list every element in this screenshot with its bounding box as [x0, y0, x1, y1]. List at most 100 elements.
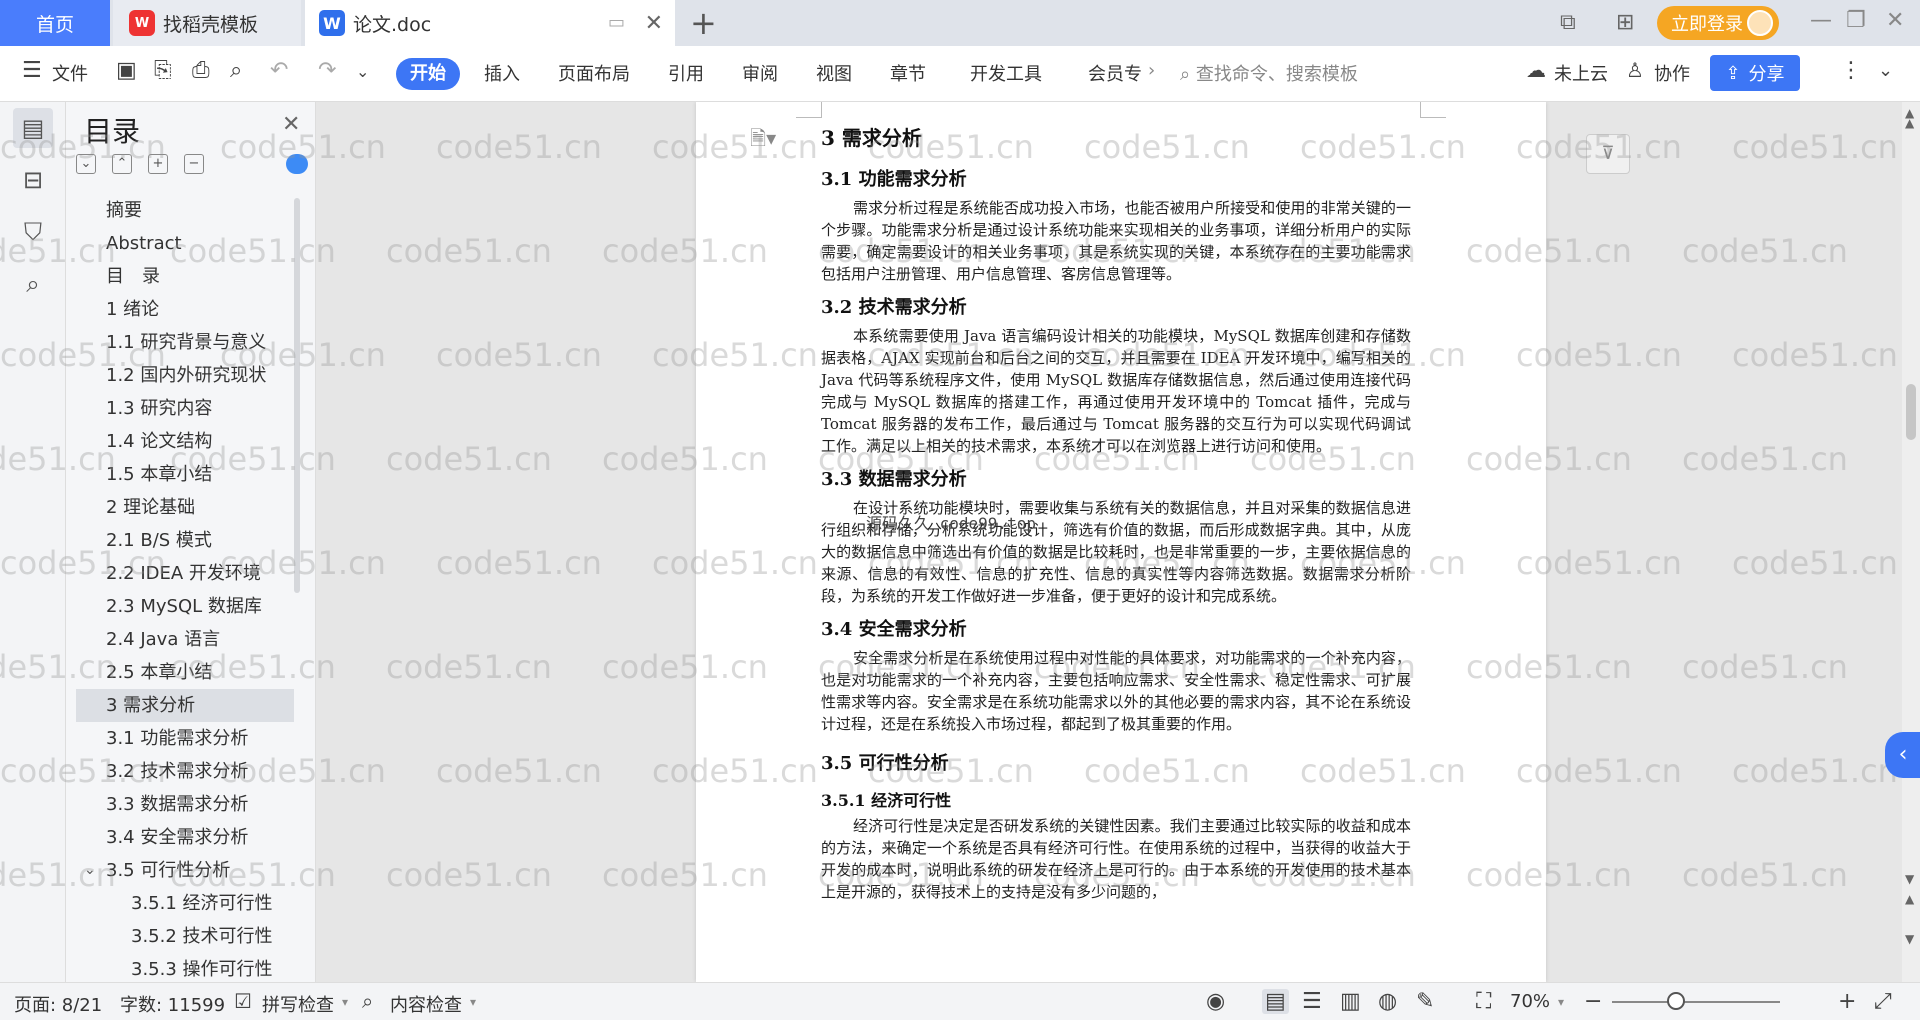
- toc-item[interactable]: 3.4 安全需求分析: [76, 821, 294, 854]
- search-icon[interactable]: ⌕: [13, 264, 53, 304]
- zoom-slider[interactable]: [1612, 1001, 1780, 1003]
- zoom-in-icon[interactable]: +: [1838, 989, 1856, 1014]
- toc-item[interactable]: 2.4 Java 语言: [76, 623, 294, 656]
- menu-file[interactable]: 文件: [52, 60, 88, 86]
- chevron-down-icon[interactable]: ⌄: [356, 62, 369, 81]
- redo-icon[interactable]: ↷: [318, 58, 336, 83]
- toc-panel-icon[interactable]: ▤: [13, 108, 53, 148]
- toc-item[interactable]: 1.2 国内外研究现状: [76, 359, 294, 392]
- chevron-down-icon[interactable]: ▾: [470, 995, 476, 1009]
- outline-icon[interactable]: ⊟: [13, 160, 53, 200]
- toc-item[interactable]: 3.5.1 经济可行性: [76, 887, 294, 920]
- zoom-slider-knob[interactable]: [1666, 992, 1685, 1010]
- monitor-icon[interactable]: ▭: [608, 12, 625, 33]
- tab-start[interactable]: 开始: [396, 58, 460, 90]
- document-icon[interactable]: 🗎▾: [750, 124, 776, 158]
- expand-all-icon[interactable]: ⌄: [76, 154, 96, 174]
- close-window-icon[interactable]: ✕: [1886, 8, 1904, 33]
- toc-item[interactable]: Abstract: [76, 227, 294, 260]
- close-icon[interactable]: ✕: [282, 112, 300, 137]
- toc-scrollbar[interactable]: [294, 198, 300, 593]
- zoom-out-icon[interactable]: −: [1584, 989, 1602, 1014]
- tab-insert[interactable]: 插入: [484, 60, 520, 86]
- toc-item[interactable]: 3.5.3 操作可行性: [76, 953, 294, 984]
- fit-page-icon[interactable]: ⛶: [1476, 989, 1491, 1014]
- scroll-up-icon[interactable]: ▲: [1905, 116, 1914, 130]
- toc-item[interactable]: 2.2 IDEA 开发环境: [76, 557, 294, 590]
- side-tool-icon[interactable]: ⊽: [1586, 134, 1630, 174]
- save-icon[interactable]: ▣: [116, 58, 137, 83]
- toc-item[interactable]: 3 需求分析: [76, 689, 294, 722]
- preview-icon[interactable]: ⌕: [230, 58, 242, 83]
- cloud-status[interactable]: 未上云: [1554, 60, 1608, 86]
- tab-member[interactable]: 会员专: [1088, 60, 1142, 86]
- tab-devtools[interactable]: 开发工具: [970, 60, 1042, 86]
- collapse-all-icon[interactable]: ⌃: [112, 154, 132, 174]
- new-tab-button[interactable]: +: [690, 4, 717, 42]
- toc-item[interactable]: 1.5 本章小结: [76, 458, 294, 491]
- minimize-icon[interactable]: —: [1810, 8, 1832, 33]
- vertical-scrollbar[interactable]: ▲ ▲ ▼ ▲ ▼: [1902, 102, 1920, 982]
- toc-item[interactable]: 1.4 论文结构: [76, 425, 294, 458]
- close-tab-icon[interactable]: ✕: [645, 11, 663, 36]
- eye-protect-icon[interactable]: ◉: [1206, 989, 1225, 1014]
- tab-review[interactable]: 审阅: [742, 60, 778, 86]
- toc-item[interactable]: ⌄ 3.5 可行性分析: [76, 854, 294, 887]
- bookmark-icon[interactable]: ⛉: [13, 212, 53, 252]
- toc-item[interactable]: 3.1 功能需求分析: [76, 722, 294, 755]
- command-search[interactable]: ⌕ 查找命令、搜索模板: [1180, 60, 1358, 86]
- apps-grid-icon[interactable]: ⊞: [1616, 10, 1634, 35]
- print-icon[interactable]: ⎙: [192, 58, 210, 83]
- toc-item[interactable]: 摘要: [76, 194, 294, 227]
- tab-layout[interactable]: 页面布局: [558, 60, 630, 86]
- chevron-down-icon[interactable]: ▾: [342, 995, 348, 1009]
- tab-home[interactable]: 首页: [0, 0, 110, 46]
- chevron-right-icon[interactable]: ›: [1148, 60, 1155, 81]
- ai-assistant-icon[interactable]: [286, 154, 308, 174]
- fullscreen-icon[interactable]: ⤢: [1874, 989, 1892, 1014]
- add-heading-icon[interactable]: +: [148, 154, 168, 174]
- page-down-icon[interactable]: ▼: [1905, 932, 1914, 946]
- toc-item[interactable]: 3.5.2 技术可行性: [76, 920, 294, 953]
- page-view-icon[interactable]: ▤: [1262, 989, 1289, 1014]
- menu-icon[interactable]: ☰: [22, 58, 42, 83]
- share-button[interactable]: ⇪ 分享: [1710, 55, 1800, 91]
- toc-item[interactable]: 1 绪论: [76, 293, 294, 326]
- toc-item[interactable]: 目 录: [76, 260, 294, 293]
- undo-icon[interactable]: ↶: [270, 58, 288, 83]
- toc-item[interactable]: 3.2 技术需求分析: [76, 755, 294, 788]
- toc-item[interactable]: 2 理论基础: [76, 491, 294, 524]
- tab-template[interactable]: W 找稻壳模板: [113, 0, 301, 46]
- scroll-down-icon[interactable]: ▼: [1905, 872, 1914, 886]
- spell-check-button[interactable]: 拼写检查: [262, 991, 334, 1017]
- collapse-ribbon-icon[interactable]: ⌄: [1878, 60, 1893, 81]
- reading-view-icon[interactable]: ▥: [1340, 989, 1361, 1014]
- toc-item[interactable]: 2.5 本章小结: [76, 656, 294, 689]
- scroll-thumb[interactable]: [1906, 384, 1916, 440]
- tab-reference[interactable]: 引用: [668, 60, 704, 86]
- chevron-down-icon[interactable]: ⌄: [84, 854, 96, 887]
- document-page[interactable]: 🗎▾ 3 需求分析 3.1 功能需求分析 需求分析过程是系统能否成功投入市场，也…: [696, 102, 1546, 982]
- more-icon[interactable]: ⋮: [1840, 58, 1862, 83]
- zoom-level[interactable]: 70%: [1510, 991, 1550, 1012]
- toc-item[interactable]: 2.1 B/S 模式: [76, 524, 294, 557]
- pen-icon[interactable]: ✎: [1416, 989, 1434, 1014]
- outline-view-icon[interactable]: ☰: [1302, 989, 1322, 1014]
- page-up-icon[interactable]: ▲: [1905, 892, 1914, 906]
- page-indicator[interactable]: 页面: 8/21: [14, 991, 102, 1017]
- layout-switch-icon[interactable]: ⧉: [1560, 10, 1576, 35]
- toc-item[interactable]: 1.1 研究背景与意义: [76, 326, 294, 359]
- restore-icon[interactable]: ❐: [1846, 8, 1866, 33]
- tab-view[interactable]: 视图: [816, 60, 852, 86]
- toc-item[interactable]: 1.3 研究内容: [76, 392, 294, 425]
- tab-document[interactable]: W 论文.doc ▭ ✕: [305, 0, 675, 46]
- toc-item[interactable]: 3.3 数据需求分析: [76, 788, 294, 821]
- tab-chapter[interactable]: 章节: [890, 60, 926, 86]
- remove-heading-icon[interactable]: −: [184, 154, 204, 174]
- export-icon[interactable]: ⎘: [154, 58, 172, 83]
- expand-sidebar-button[interactable]: ‹: [1885, 732, 1920, 778]
- collab-button[interactable]: 协作: [1654, 60, 1690, 86]
- login-button[interactable]: 立即登录: [1657, 6, 1779, 40]
- web-view-icon[interactable]: ◍: [1378, 989, 1397, 1014]
- chevron-down-icon[interactable]: ▾: [1558, 995, 1564, 1009]
